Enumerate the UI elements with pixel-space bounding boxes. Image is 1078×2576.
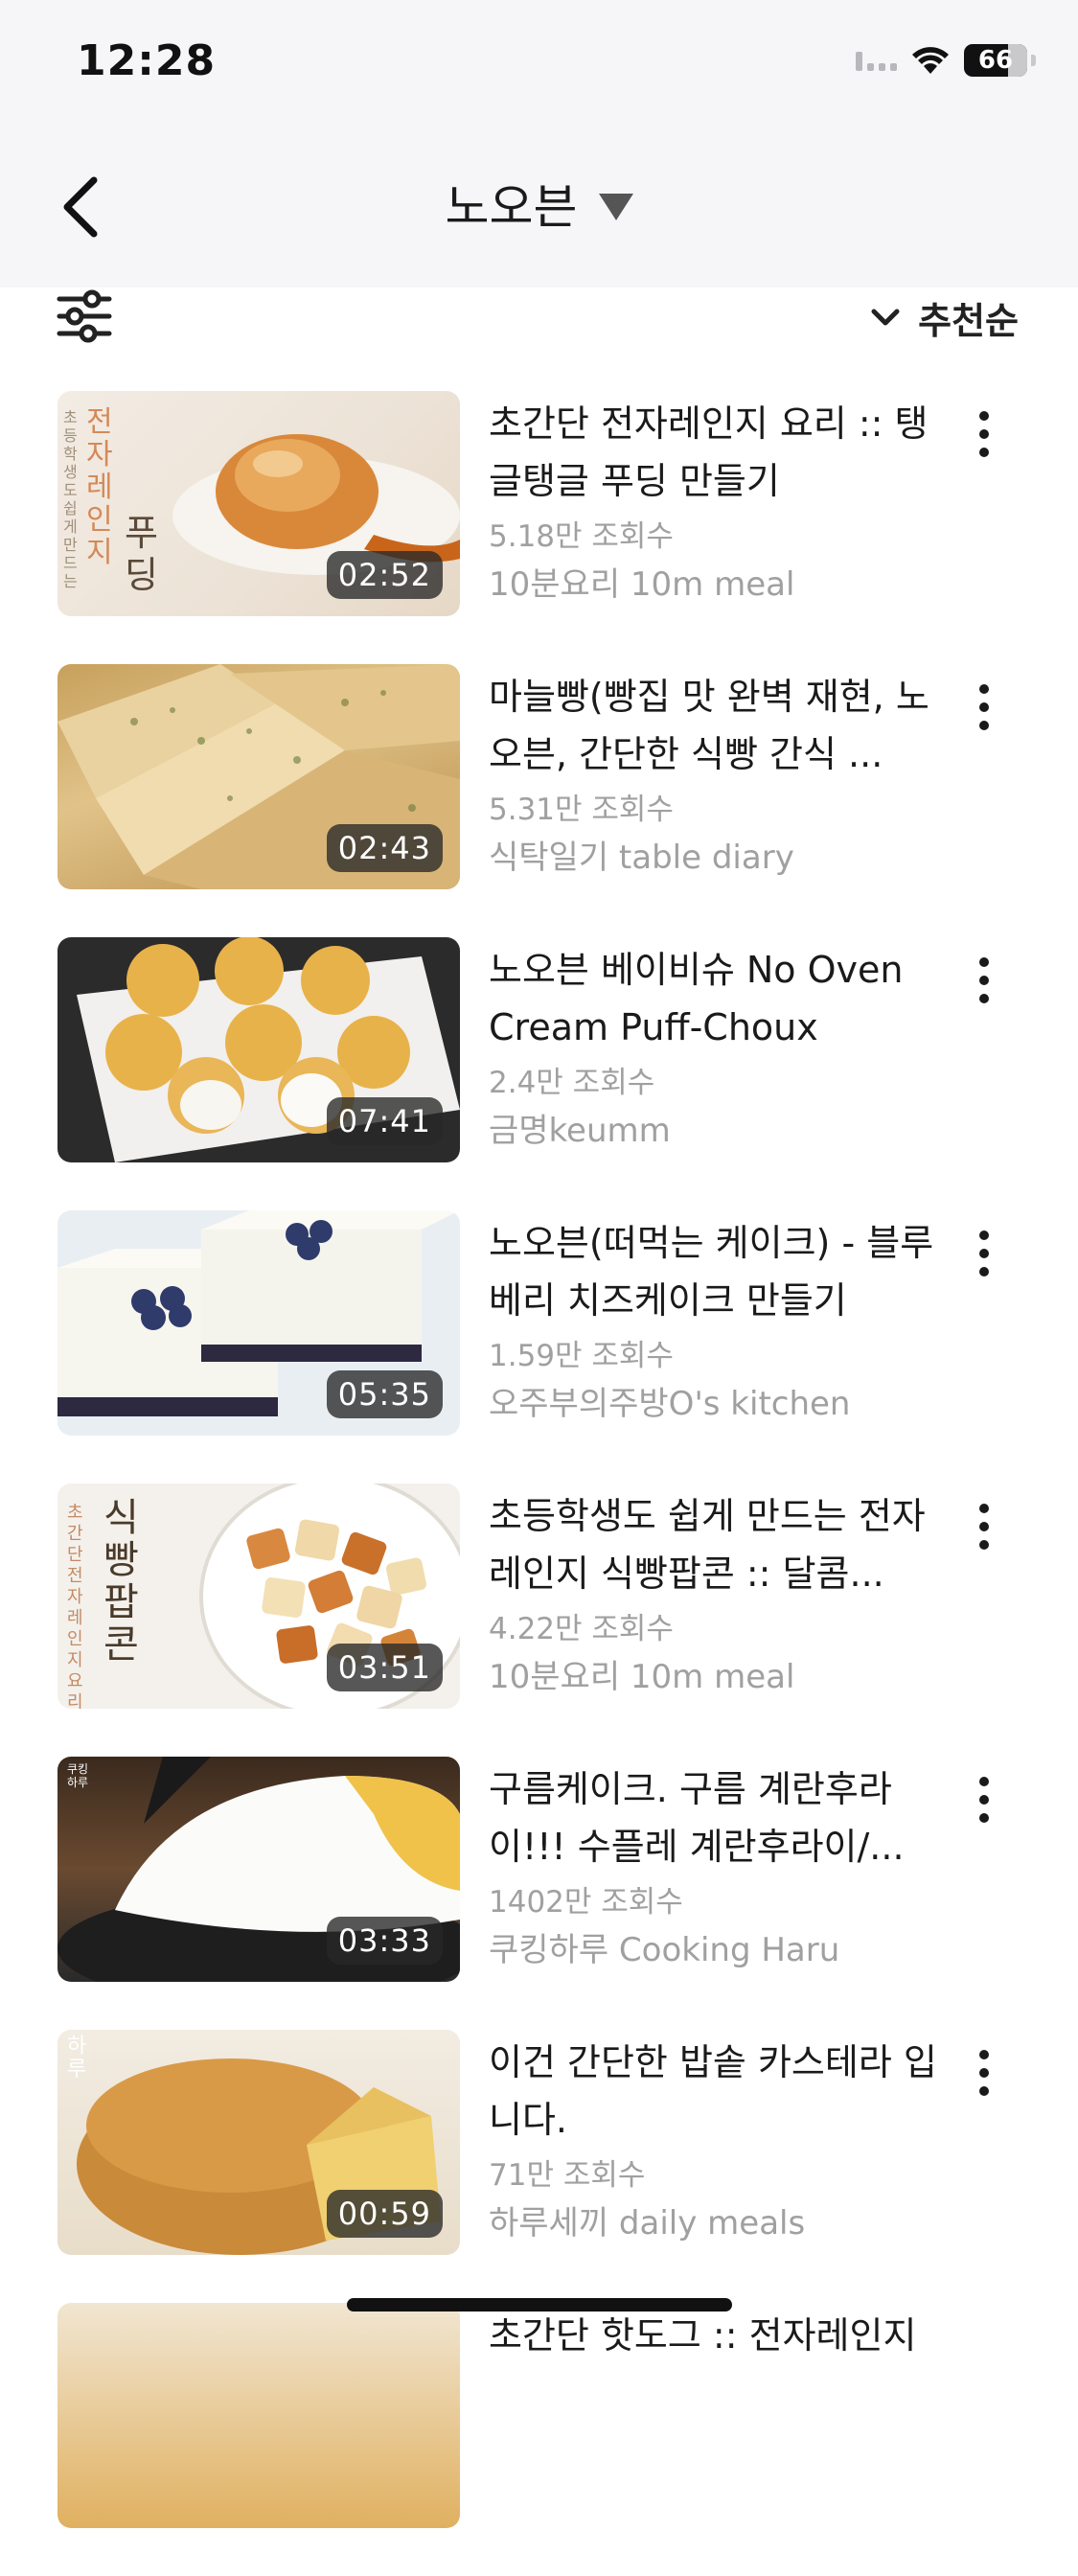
video-thumbnail[interactable]: 05:35 <box>57 1210 460 1436</box>
page-title[interactable]: 노오븐 <box>0 169 1078 238</box>
wifi-icon <box>910 45 951 76</box>
video-info[interactable]: 초간단 전자레인지 요리 :: 탱글탱글 푸딩 만들기 5.18만 조회수 10… <box>489 391 939 611</box>
more-options-button[interactable] <box>958 947 1010 1014</box>
sort-dropdown[interactable]: 추천순 <box>870 291 1019 344</box>
video-info[interactable]: 마늘빵(빵집 맛 완벽 재현, 노오븐, 간단한 식빵 간식 ... 5.31만… <box>489 664 939 885</box>
video-title: 구름케이크. 구름 계란후라이!!! 수플레 계란후라이/... <box>489 1768 905 1868</box>
thumbnail-overlay-text: 식빵팝콘 <box>103 1496 139 1667</box>
sort-label: 추천순 <box>918 300 1019 342</box>
video-item[interactable]: 05:35 노오븐(떠먹는 케이크) - 블루베리 치즈케이크 만들기 1.59… <box>0 1210 1078 1484</box>
filter-button[interactable] <box>56 288 113 345</box>
video-list: 전자레인지 푸딩 초등학생도 쉽게 만드는 02:52 초간단 전자레인지 요리… <box>0 391 1078 2576</box>
home-indicator[interactable] <box>347 2298 732 2312</box>
video-duration: 02:52 <box>326 551 443 599</box>
more-vertical-icon <box>979 411 989 421</box>
status-time: 12:28 <box>77 36 217 85</box>
more-options-button[interactable] <box>958 401 1010 468</box>
view-count: 1.59만 조회수 <box>489 1339 674 1373</box>
video-item[interactable]: 식빵팝콘 초간단 전자레인지 요리 03:51 초등학생도 쉽게 만드는 전자레… <box>0 1484 1078 1757</box>
video-info[interactable]: 초간단 핫도그 :: 전자레인지 <box>489 2303 939 2364</box>
video-title: 초간단 전자레인지 요리 :: 탱글탱글 푸딩 만들기 <box>489 402 929 502</box>
page-title-label: 노오븐 <box>445 179 578 235</box>
filter-bar: 추천순 <box>0 288 1078 355</box>
thumbnail-overlay-text: 푸딩 <box>125 512 158 596</box>
video-info[interactable]: 이건 간단한 밥솥 카스테라 입니다. 71만 조회수 하루세끼 daily m… <box>489 2030 939 2250</box>
video-info[interactable]: 초등학생도 쉽게 만드는 전자레인지 식빵팝콘 :: 달콤... 4.22만 조… <box>489 1484 939 1704</box>
more-vertical-icon <box>979 684 989 694</box>
video-duration: 05:35 <box>326 1370 443 1418</box>
video-duration: 00:59 <box>326 2190 443 2238</box>
more-options-button[interactable] <box>958 1493 1010 1560</box>
channel-name: 식탁일기 table diary <box>489 839 794 877</box>
cellular-signal-icon <box>856 50 897 71</box>
battery-icon: 66 <box>964 44 1027 77</box>
video-thumbnail[interactable]: 07:41 <box>57 937 460 1162</box>
more-vertical-icon <box>979 1230 989 1240</box>
video-item[interactable]: 초간단 핫도그 :: 전자레인지 <box>0 2303 1078 2576</box>
video-thumbnail[interactable] <box>57 2303 460 2528</box>
channel-name: 금명keumm <box>489 1112 671 1150</box>
view-count: 5.18만 조회수 <box>489 519 674 554</box>
view-count: 5.31만 조회수 <box>489 793 674 827</box>
dropdown-triangle-icon <box>598 193 633 220</box>
video-item[interactable]: 02:43 마늘빵(빵집 맛 완벽 재현, 노오븐, 간단한 식빵 간식 ...… <box>0 664 1078 937</box>
thumbnail-overlay-text: 쿠킹하루 <box>67 1762 89 1789</box>
channel-name: 오주부의주방O's kitchen <box>489 1385 851 1423</box>
chevron-down-icon <box>871 309 900 325</box>
video-info[interactable]: 구름케이크. 구름 계란후라이!!! 수플레 계란후라이/... 1402만 조… <box>489 1757 939 1977</box>
channel-name: 10분요리 10m meal <box>489 565 795 604</box>
video-duration: 03:33 <box>326 1917 443 1965</box>
video-thumbnail[interactable]: 하루 00:59 <box>57 2030 460 2255</box>
video-duration: 02:43 <box>326 824 443 872</box>
top-bar: 12:28 66 노오븐 <box>0 0 1078 288</box>
more-vertical-icon <box>979 1504 989 1513</box>
view-count: 71만 조회수 <box>489 2158 646 2193</box>
video-title: 이건 간단한 밥솥 카스테라 입니다. <box>489 2041 937 2141</box>
video-title: 마늘빵(빵집 맛 완벽 재현, 노오븐, 간단한 식빵 간식 ... <box>489 676 929 775</box>
more-options-button[interactable] <box>958 2039 1010 2106</box>
video-title: 노오븐(떠먹는 케이크) - 블루베리 치즈케이크 만들기 <box>489 1222 934 1322</box>
thumbnail-overlay-text: 초간단 전자레인지 요리 <box>67 1503 83 1709</box>
video-item[interactable]: 07:41 노오븐 베이비슈 No Oven Cream Puff-Choux … <box>0 937 1078 1210</box>
sliders-icon <box>57 289 112 343</box>
thumbnail-overlay-text: 하루 <box>67 2035 87 2082</box>
video-duration: 07:41 <box>326 1097 443 1145</box>
channel-name: 쿠킹하루 Cooking Haru <box>489 1931 840 1969</box>
video-thumbnail[interactable]: 쿠킹하루 03:33 <box>57 1757 460 1982</box>
video-item[interactable]: 전자레인지 푸딩 초등학생도 쉽게 만드는 02:52 초간단 전자레인지 요리… <box>0 391 1078 664</box>
more-options-button[interactable] <box>958 674 1010 741</box>
video-title: 초간단 핫도그 :: 전자레인지 <box>489 2314 917 2357</box>
more-options-button[interactable] <box>958 1220 1010 1287</box>
video-thumbnail[interactable]: 식빵팝콘 초간단 전자레인지 요리 03:51 <box>57 1484 460 1709</box>
thumbnail-overlay-text: 초등학생도 쉽게 만드는 <box>63 408 78 590</box>
status-icons: 66 <box>856 44 1036 77</box>
video-title: 초등학생도 쉽게 만드는 전자레인지 식빵팝콘 :: 달콤... <box>489 1495 926 1595</box>
view-count: 1402만 조회수 <box>489 1885 683 1920</box>
battery-level: 66 <box>977 46 1014 75</box>
video-item[interactable]: 하루 00:59 이건 간단한 밥솥 카스테라 입니다. 71만 조회수 하루세… <box>0 2030 1078 2303</box>
view-count: 4.22만 조회수 <box>489 1612 674 1646</box>
more-vertical-icon <box>979 1777 989 1786</box>
thumbnail-overlay-text: 전자레인지 <box>86 405 113 569</box>
video-duration: 03:51 <box>326 1644 443 1691</box>
video-info[interactable]: 노오븐(떠먹는 케이크) - 블루베리 치즈케이크 만들기 1.59만 조회수 … <box>489 1210 939 1431</box>
video-item[interactable]: 쿠킹하루 03:33 구름케이크. 구름 계란후라이!!! 수플레 계란후라이/… <box>0 1757 1078 2030</box>
more-vertical-icon <box>979 957 989 967</box>
more-options-button[interactable] <box>958 1766 1010 1833</box>
channel-name: 10분요리 10m meal <box>489 1658 795 1696</box>
video-thumbnail[interactable]: 전자레인지 푸딩 초등학생도 쉽게 만드는 02:52 <box>57 391 460 616</box>
video-info[interactable]: 노오븐 베이비슈 No Oven Cream Puff-Choux 2.4만 조… <box>489 937 939 1158</box>
more-vertical-icon <box>979 2050 989 2059</box>
video-title: 노오븐 베이비슈 No Oven Cream Puff-Choux <box>489 949 904 1048</box>
channel-name: 하루세끼 daily meals <box>489 2204 806 2242</box>
view-count: 2.4만 조회수 <box>489 1066 655 1100</box>
video-thumbnail[interactable]: 02:43 <box>57 664 460 889</box>
